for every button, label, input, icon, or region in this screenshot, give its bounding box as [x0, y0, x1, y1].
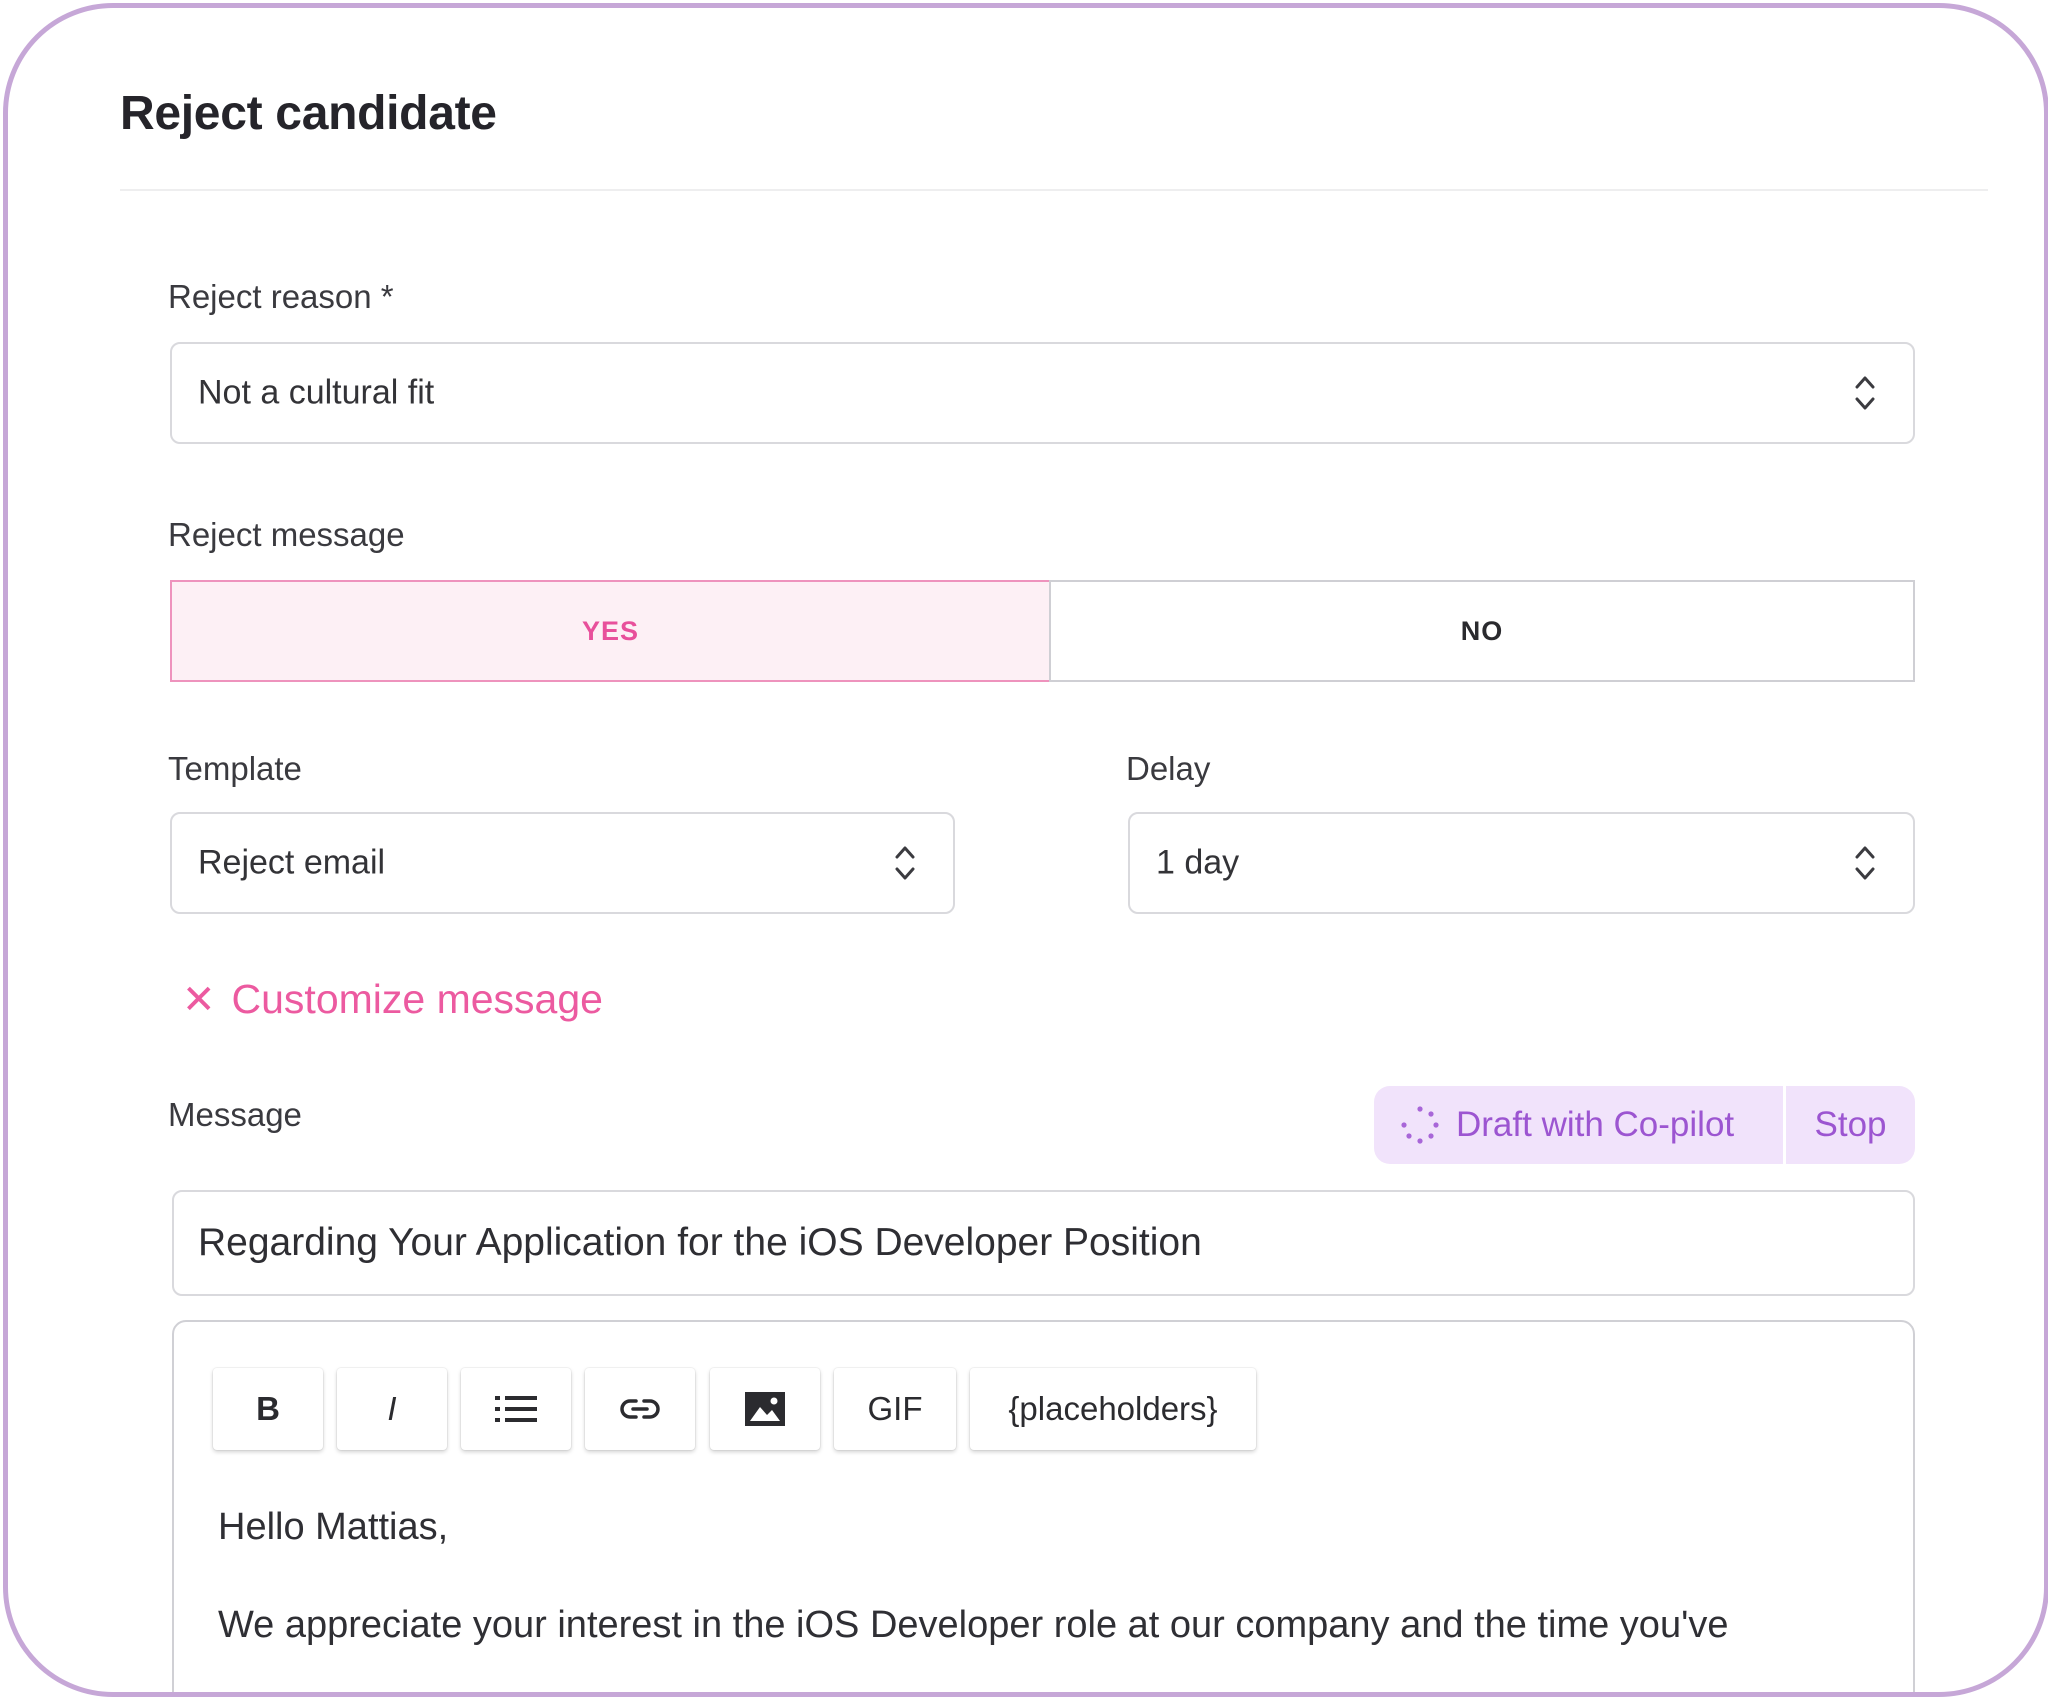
message-label: Message [168, 1096, 302, 1133]
draft-with-copilot-label: Draft with Co-pilot [1456, 1105, 1735, 1144]
draft-with-copilot-button[interactable]: Draft with Co-pilot [1374, 1086, 1786, 1164]
close-icon: ✕ [182, 977, 216, 1022]
link-icon [620, 1399, 660, 1419]
list-button[interactable] [461, 1368, 571, 1450]
image-icon [745, 1392, 785, 1426]
reject-message-label: Reject message [168, 516, 405, 553]
copilot-button-group: Draft with Co-pilot Stop [1374, 1086, 1915, 1164]
reject-message-no-button[interactable]: NO [1049, 580, 1915, 682]
image-button[interactable] [710, 1368, 820, 1450]
customize-message-link[interactable]: ✕ Customize message [182, 976, 603, 1023]
message-body-line: We appreciate your interest in the iOS D… [218, 1604, 1729, 1646]
placeholders-button[interactable]: {placeholders} [970, 1368, 1256, 1450]
stop-button[interactable]: Stop [1786, 1086, 1915, 1164]
italic-button[interactable]: I [337, 1368, 447, 1450]
dialog-title: Reject candidate [120, 87, 497, 140]
chevron-up-down-icon [895, 846, 915, 880]
reject-reason-label: Reject reason * [168, 278, 394, 315]
reject-reason-value: Not a cultural fit [198, 373, 435, 412]
delay-value: 1 day [1156, 843, 1240, 882]
reject-message-yes-button[interactable]: YES [170, 580, 1051, 682]
list-icon [495, 1396, 537, 1422]
template-select[interactable]: Reject email [170, 812, 955, 914]
delay-label: Delay [1126, 750, 1211, 787]
delay-select[interactable]: 1 day [1128, 812, 1915, 914]
chevron-up-down-icon [1855, 846, 1875, 880]
message-body-line: Hello Mattias, [218, 1506, 449, 1548]
header-divider [120, 189, 1988, 191]
loading-spinner-icon [1401, 1106, 1439, 1144]
subject-value: Regarding Your Application for the iOS D… [198, 1221, 1202, 1264]
bold-button[interactable]: B [213, 1368, 323, 1450]
subject-input[interactable]: Regarding Your Application for the iOS D… [172, 1190, 1915, 1296]
dialog-frame: Reject candidate Reject reason * Not a c… [3, 3, 2048, 1697]
customize-message-label: Customize message [231, 976, 603, 1022]
chevron-up-down-icon [1855, 376, 1875, 410]
gif-button[interactable]: GIF [834, 1368, 956, 1450]
reject-reason-select[interactable]: Not a cultural fit [170, 342, 1915, 444]
template-label: Template [168, 750, 302, 787]
link-button[interactable] [585, 1368, 695, 1450]
template-value: Reject email [198, 843, 386, 882]
